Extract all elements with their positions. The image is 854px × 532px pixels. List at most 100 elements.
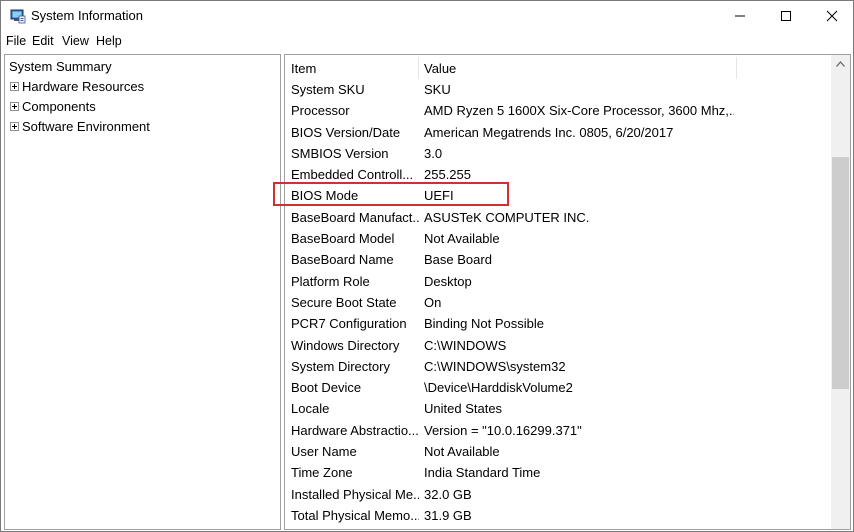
chevron-up-icon [836,60,845,67]
value-cell: 255.255 [424,167,471,183]
tree-item-software-environment[interactable]: Software Environment [5,117,280,137]
item-cell: SMBIOS Version [291,145,389,161]
value-cell: United States [424,401,503,417]
item-cell: System SKU [291,82,365,97]
tree-item-label: System Summary [9,59,112,74]
list-row[interactable]: Installed Physical Me... 32.0 GB [285,484,831,505]
details-list[interactable]: Item Value System SKU SKU Processor AMD Ry… [284,54,851,530]
title-bar[interactable]: System Information [1,1,853,31]
value-cell: On [424,294,442,310]
vertical-scrollbar[interactable] [831,55,850,529]
list-row-bios-mode[interactable]: BIOS Mode UEFI [285,185,831,206]
item-cell: Platform Role [291,273,370,289]
category-tree[interactable]: System Summary Hardware Resources Compon… [4,54,281,530]
list-row[interactable]: Windows Directory C:\WINDOWS [285,335,831,356]
window-title: System Information [31,8,143,23]
list-row[interactable]: User Name Not Available [285,441,831,462]
value-cell: Not Available [424,444,500,460]
item-cell: Boot Device [291,380,362,396]
item-cell: BaseBoard Model [291,231,395,247]
system-information-app-icon [10,9,26,24]
list-row[interactable]: Processor AMD Ryzen 5 1600X Six-Core Proc… [285,100,831,121]
value-cell: AMD Ryzen 5 1600X Six-Core Processor, 36… [424,103,734,119]
item-cell: BaseBoard Manufact... [291,209,419,225]
menu-file[interactable]: File [6,34,26,48]
column-header-value[interactable]: Value [424,61,456,76]
list-row[interactable]: Secure Boot State On [285,292,831,313]
list-row[interactable]: Platform Role Desktop [285,271,831,292]
system-information-window: System Information File Edit View Help S… [0,0,854,532]
value-cell: 32.0 GB [424,486,472,502]
expand-plus-icon[interactable] [10,122,19,131]
expand-plus-icon[interactable] [10,82,19,91]
value-cell: Base Board [424,252,492,268]
value-cell: Binding Not Possible [424,316,544,332]
tree-item-label: Hardware Resources [22,79,145,94]
value-cell: ASUSTeK COMPUTER INC. [424,209,590,225]
item-cell: Embedded Controll... [291,167,414,183]
value-cell: Not Available [424,231,500,247]
list-header: Item Value [285,55,831,79]
list-row[interactable]: Locale United States [285,398,831,419]
list-row[interactable]: SMBIOS Version 3.0 [285,143,831,164]
item-cell: Secure Boot State [291,294,397,310]
minimize-icon [735,15,745,17]
list-row[interactable]: System SKU SKU [285,79,831,100]
item-cell: Processor [291,103,350,119]
item-cell: BaseBoard Name [291,252,394,268]
menu-view[interactable]: View [62,34,89,48]
list-row[interactable]: BaseBoard Name Base Board [285,249,831,270]
expand-plus-icon[interactable] [10,102,19,111]
tree-item-hardware-resources[interactable]: Hardware Resources [5,77,280,97]
scroll-up-button[interactable] [831,55,850,72]
column-divider[interactable] [418,57,419,79]
menu-bar: File Edit View Help [1,31,853,52]
value-cell: UEFI [424,188,454,204]
item-cell: Total Physical Memo... [291,507,419,523]
menu-help[interactable]: Help [96,34,122,48]
tree-item-system-summary[interactable]: System Summary [5,57,280,77]
value-cell: C:\WINDOWS\system32 [424,358,566,374]
value-cell: Desktop [424,273,472,289]
list-row[interactable]: BaseBoard Model Not Available [285,228,831,249]
maximize-button[interactable] [763,1,809,31]
tree-item-label: Software Environment [22,119,150,134]
list-row[interactable]: Embedded Controll... 255.255 [285,164,831,185]
value-cell: India Standard Time [424,465,541,481]
close-icon [826,10,838,22]
list-row[interactable]: PCR7 Configuration Binding Not Possible [285,313,831,334]
item-cell: User Name [291,444,357,460]
close-button[interactable] [809,1,853,31]
item-cell: Hardware Abstractio... [291,422,419,438]
item-cell: Windows Directory [291,337,400,353]
item-cell: PCR7 Configuration [291,316,407,332]
tree-item-components[interactable]: Components [5,97,280,117]
item-cell: System Directory [291,358,390,374]
item-cell: Locale [291,401,330,417]
tree-item-label: Components [22,99,96,114]
item-cell: Time Zone [291,465,353,481]
value-cell: Version = "10.0.16299.371" [424,422,582,438]
list-row[interactable]: Hardware Abstractio... Version = "10.0.16… [285,420,831,441]
value-cell: 31.9 GB [424,507,472,523]
minimize-button[interactable] [717,1,763,31]
list-row[interactable]: Boot Device \Device\HarddiskVolume2 [285,377,831,398]
item-cell: BIOS Mode [291,188,359,204]
item-cell: BIOS Version/Date [291,124,401,140]
list-row[interactable]: BaseBoard Manufact... ASUSTeK COMPUTER IN… [285,207,831,228]
list-row[interactable]: System Directory C:\WINDOWS\system32 [285,356,831,377]
value-cell: SKU [424,82,451,97]
column-divider[interactable] [736,57,737,79]
scroll-thumb[interactable] [832,157,849,389]
list-row[interactable]: Total Physical Memo... 31.9 GB [285,505,831,526]
list-row[interactable]: BIOS Version/Date American Megatrends Inc… [285,122,831,143]
item-cell: Installed Physical Me... [291,486,419,502]
column-header-item[interactable]: Item [291,61,316,76]
value-cell: C:\WINDOWS [424,337,507,353]
menu-edit[interactable]: Edit [32,34,54,48]
value-cell: \Device\HarddiskVolume2 [424,380,573,396]
value-cell: American Megatrends Inc. 0805, 6/20/2017 [424,124,674,140]
value-cell: 3.0 [424,145,443,161]
list-rows: System SKU SKU Processor AMD Ryzen 5 1600X… [285,79,831,526]
list-row[interactable]: Time Zone India Standard Time [285,462,831,483]
